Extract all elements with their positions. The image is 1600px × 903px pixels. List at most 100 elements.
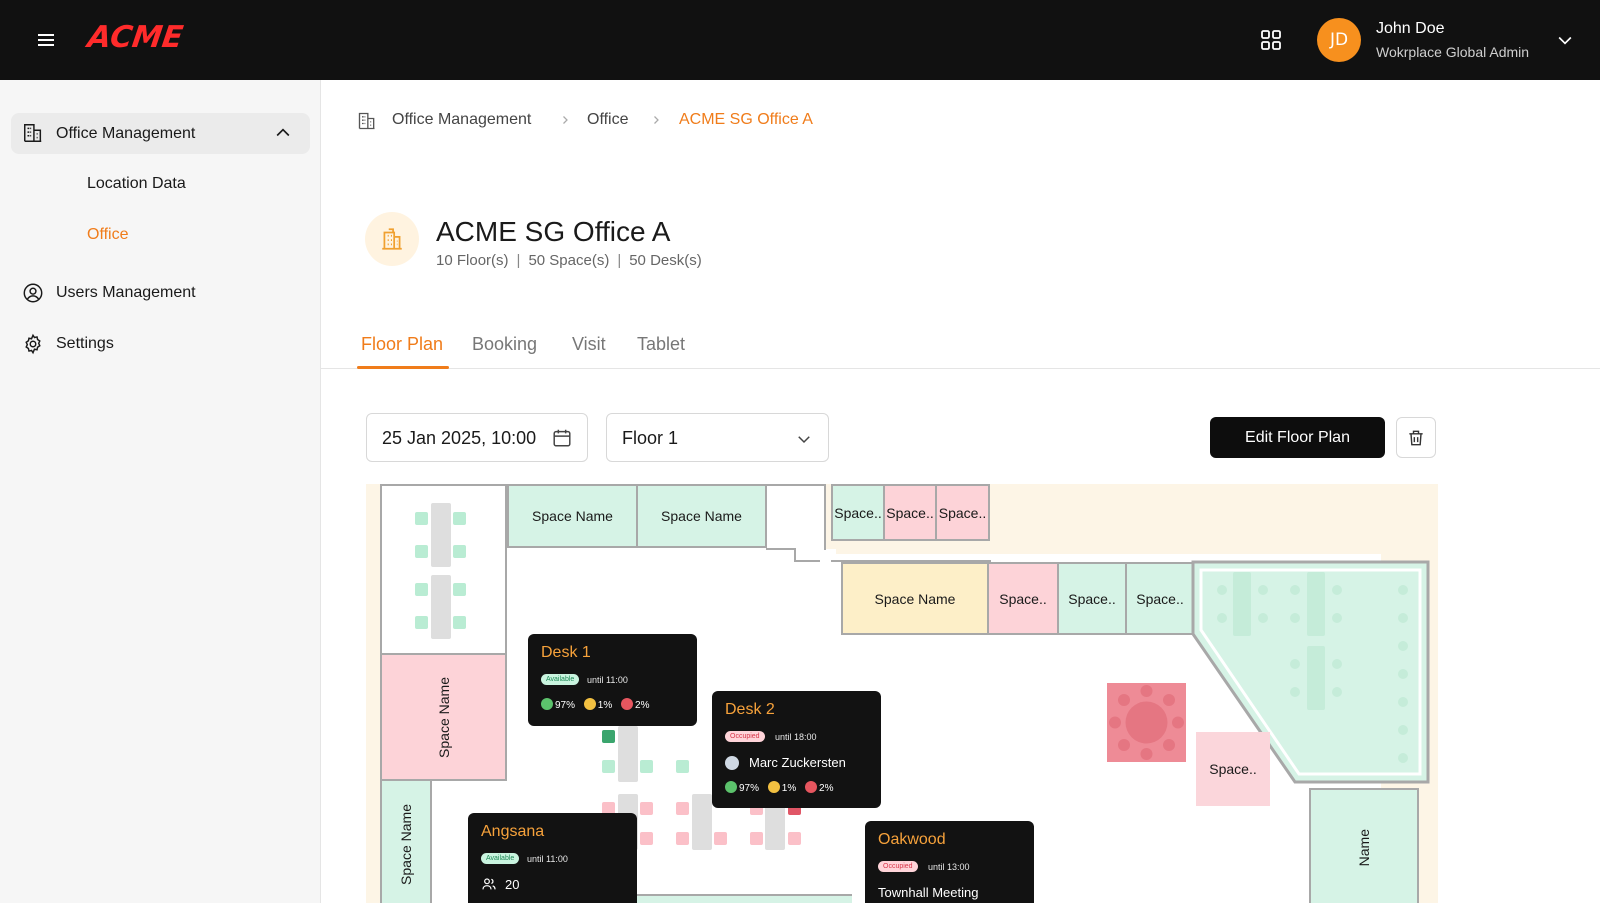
chevron-down-icon[interactable] [1555,30,1575,50]
tab-booking[interactable]: Booking [472,334,537,355]
sad-face-icon [805,781,818,793]
chevron-right-icon [654,116,659,124]
sentiment-metrics: 97% 1% 2% [725,781,839,794]
space-room[interactable]: Space.. [831,484,885,541]
desk[interactable] [431,575,451,639]
space-room[interactable]: Space Name [841,562,989,635]
desk[interactable] [431,503,451,567]
neutral-face-icon [767,781,780,793]
sidebar-group-office-management[interactable]: Office Management [11,113,310,154]
apps-grid-icon[interactable] [1259,28,1283,52]
acme-logo[interactable]: ACME [86,20,186,55]
top-bar: ACME JD John Doe Wokrplace Global Admin [0,0,1600,80]
sad-face-icon [621,698,634,710]
space-room[interactable] [632,894,852,903]
seat[interactable] [602,760,615,773]
tab-visit[interactable]: Visit [572,334,606,355]
breadcrumb-item[interactable]: Office Management [392,111,531,129]
space-room[interactable]: Space.. [883,484,937,541]
breadcrumb-current: ACME SG Office A [679,111,813,128]
user-role: Wokrplace Global Admin [1376,44,1530,60]
chevron-down-icon [798,436,810,444]
sidebar-group-label: Office Management [56,125,196,142]
seat[interactable] [640,760,653,773]
delete-button[interactable] [1396,417,1436,458]
status-badge: Available [541,674,580,685]
datetime-value: 25 Jan 2025, 10:00 [382,428,537,448]
space-room[interactable]: Space Name [507,484,638,548]
seat[interactable] [415,545,428,558]
space-label: Space Name [661,508,742,524]
seat[interactable] [640,802,653,815]
seat[interactable] [415,512,428,525]
office-building-icon [382,228,402,250]
space-room[interactable]: Space.. [987,562,1059,635]
floor-count: 10 Floor(s) [436,252,509,269]
desk-1-popup[interactable]: Desk 1 Available until 11:00 97% 1% 2% [528,634,697,726]
space-room[interactable]: Space Name [380,653,507,781]
tab-bar: Floor Plan Booking Visit Tablet [321,330,1600,369]
seat[interactable] [640,832,653,845]
floor-select[interactable]: Floor 1 [606,413,829,462]
floor-select-value: Floor 1 [622,428,679,448]
chevron-up-icon[interactable] [273,123,293,143]
calendar-icon[interactable] [551,427,573,449]
seat[interactable] [714,832,727,845]
space-label: Space.. [834,504,882,521]
breadcrumb-item[interactable]: Office [587,111,629,129]
floor-plan-canvas[interactable]: Space Name Space Name Space.. Space.. Sp… [366,484,1438,903]
space-label: Space Name [435,676,452,758]
occupant-name: Marc Zuckersten [749,755,846,770]
until-time: until 18:00 [775,732,817,742]
sidebar: Office Management Location Data Office U… [0,80,321,903]
office-stats: 10 Floor(s) | 50 Space(s) | 50 Desk(s) [436,252,702,269]
seat[interactable] [453,616,466,629]
sidebar-item-settings[interactable]: Settings [11,327,310,361]
angsana-room-popup[interactable]: Angsana Available until 11:00 20 [468,813,637,903]
tab-tablet[interactable]: Tablet [637,334,685,355]
space-room[interactable]: Space.. [1057,562,1127,635]
meeting-table-occupied[interactable] [1107,683,1186,762]
sentiment-metrics: 97% 1% 2% [541,698,655,711]
seat[interactable] [415,616,428,629]
space-label: Space.. [886,504,934,521]
space-label: Space.. [938,504,987,521]
room-capacity: 20 [505,877,520,892]
meeting-table[interactable]: Space.. [1196,732,1270,806]
sidebar-item-location-data[interactable]: Location Data [87,175,186,193]
space-room[interactable]: Space Name [380,779,432,903]
space-room[interactable]: Space.. [935,484,990,541]
space-room[interactable]: Name [1309,788,1419,903]
seat[interactable] [750,832,763,845]
desk-2-popup[interactable]: Desk 2 Occupied until 18:00 Marc Zuckers… [712,691,881,808]
seat[interactable] [676,832,689,845]
seat[interactable] [453,545,466,558]
seat[interactable] [676,760,689,773]
space-room[interactable]: Space Name [636,484,767,548]
sidebar-item-users-management[interactable]: Users Management [11,276,310,310]
floor-area [766,484,826,550]
edit-floor-plan-button[interactable]: Edit Floor Plan [1210,417,1385,458]
datetime-picker[interactable]: 25 Jan 2025, 10:00 [366,413,588,462]
seat-desk-1[interactable] [602,730,615,743]
seat[interactable] [453,583,466,596]
space-label: Space Name [398,803,414,885]
building-icon [358,112,375,130]
space-room[interactable]: Space.. [1125,562,1195,635]
office-avatar [365,212,419,266]
tab-floor-plan[interactable]: Floor Plan [361,334,443,355]
hamburger-menu-icon[interactable] [34,28,58,52]
user-avatar[interactable]: JD [1317,18,1361,62]
seat[interactable] [453,512,466,525]
sidebar-item-office[interactable]: Office [87,226,129,244]
seat[interactable] [415,583,428,596]
seat[interactable] [676,802,689,815]
seat[interactable] [788,832,801,845]
desk[interactable] [618,726,638,782]
user-name: John Doe [1376,20,1445,37]
until-time: until 11:00 [587,675,628,685]
oakwood-room-popup[interactable]: Oakwood Occupied until 13:00 Townhall Me… [865,821,1034,903]
person-avatar [725,756,739,770]
desk[interactable] [692,794,712,850]
chevron-right-icon [563,116,568,124]
